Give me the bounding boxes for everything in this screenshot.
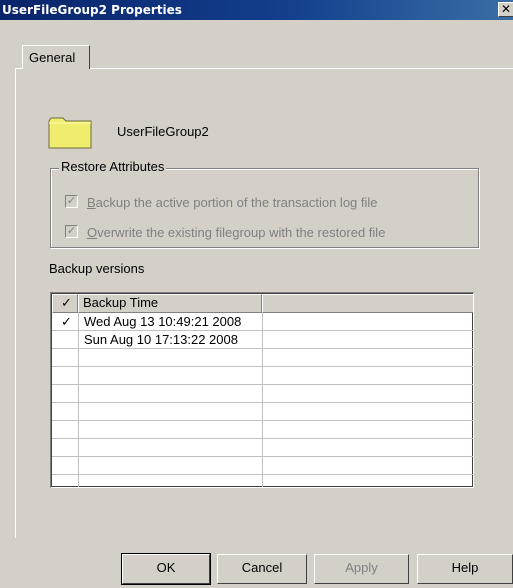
properties-dialog: UserFileGroup2 Properties ✕ General User… — [0, 0, 513, 588]
table-row-empty — [52, 385, 473, 403]
table-row-empty — [52, 403, 473, 421]
table-row-empty — [52, 457, 473, 475]
column-divider — [262, 313, 263, 487]
column-header-empty[interactable] — [262, 294, 473, 313]
filegroup-name: UserFileGroup2 — [117, 124, 209, 139]
row-backup-time: Sun Aug 10 17:13:22 2008 — [84, 332, 238, 347]
close-button[interactable]: ✕ — [498, 2, 513, 17]
row-backup-time: Wed Aug 13 10:49:21 2008 — [84, 314, 242, 329]
backup-versions-table[interactable]: ✓ Backup Time ✓ Wed Aug 13 10:49:21 2008… — [50, 292, 474, 488]
apply-button[interactable]: Apply — [314, 554, 409, 584]
backup-versions-label: Backup versions — [49, 261, 145, 276]
column-divider — [78, 313, 79, 487]
ok-button[interactable]: OK — [121, 553, 211, 585]
table-row-empty — [52, 367, 473, 385]
tab-general-label: General — [29, 50, 76, 65]
backup-active-log-label: Backup the active portion of the transac… — [87, 195, 378, 210]
table-row-empty — [52, 349, 473, 367]
cancel-button[interactable]: Cancel — [217, 554, 307, 584]
overwrite-filegroup-checkbox[interactable]: ✓ — [65, 225, 78, 238]
table-row-empty — [52, 421, 473, 439]
table-row[interactable]: ✓ Wed Aug 13 10:49:21 2008 — [52, 313, 473, 331]
table-row-empty — [52, 475, 473, 487]
table-row-empty — [52, 439, 473, 457]
help-button[interactable]: Help — [417, 554, 513, 584]
column-header-backup-time[interactable]: Backup Time — [78, 294, 262, 313]
backup-active-log-checkbox[interactable]: ✓ — [65, 195, 78, 208]
table-row[interactable]: Sun Aug 10 17:13:22 2008 — [52, 331, 473, 349]
column-header-check[interactable]: ✓ — [52, 294, 78, 313]
window-title: UserFileGroup2 Properties — [2, 3, 182, 17]
title-bar[interactable]: UserFileGroup2 Properties — [0, 0, 513, 20]
folder-icon — [48, 117, 92, 149]
table-header: ✓ Backup Time — [52, 294, 473, 313]
tab-general[interactable]: General — [22, 45, 90, 69]
row-check-mark: ✓ — [61, 314, 72, 329]
restore-attributes-title: Restore Attributes — [59, 159, 167, 174]
overwrite-filegroup-label: Overwrite the existing filegroup with th… — [87, 225, 386, 240]
